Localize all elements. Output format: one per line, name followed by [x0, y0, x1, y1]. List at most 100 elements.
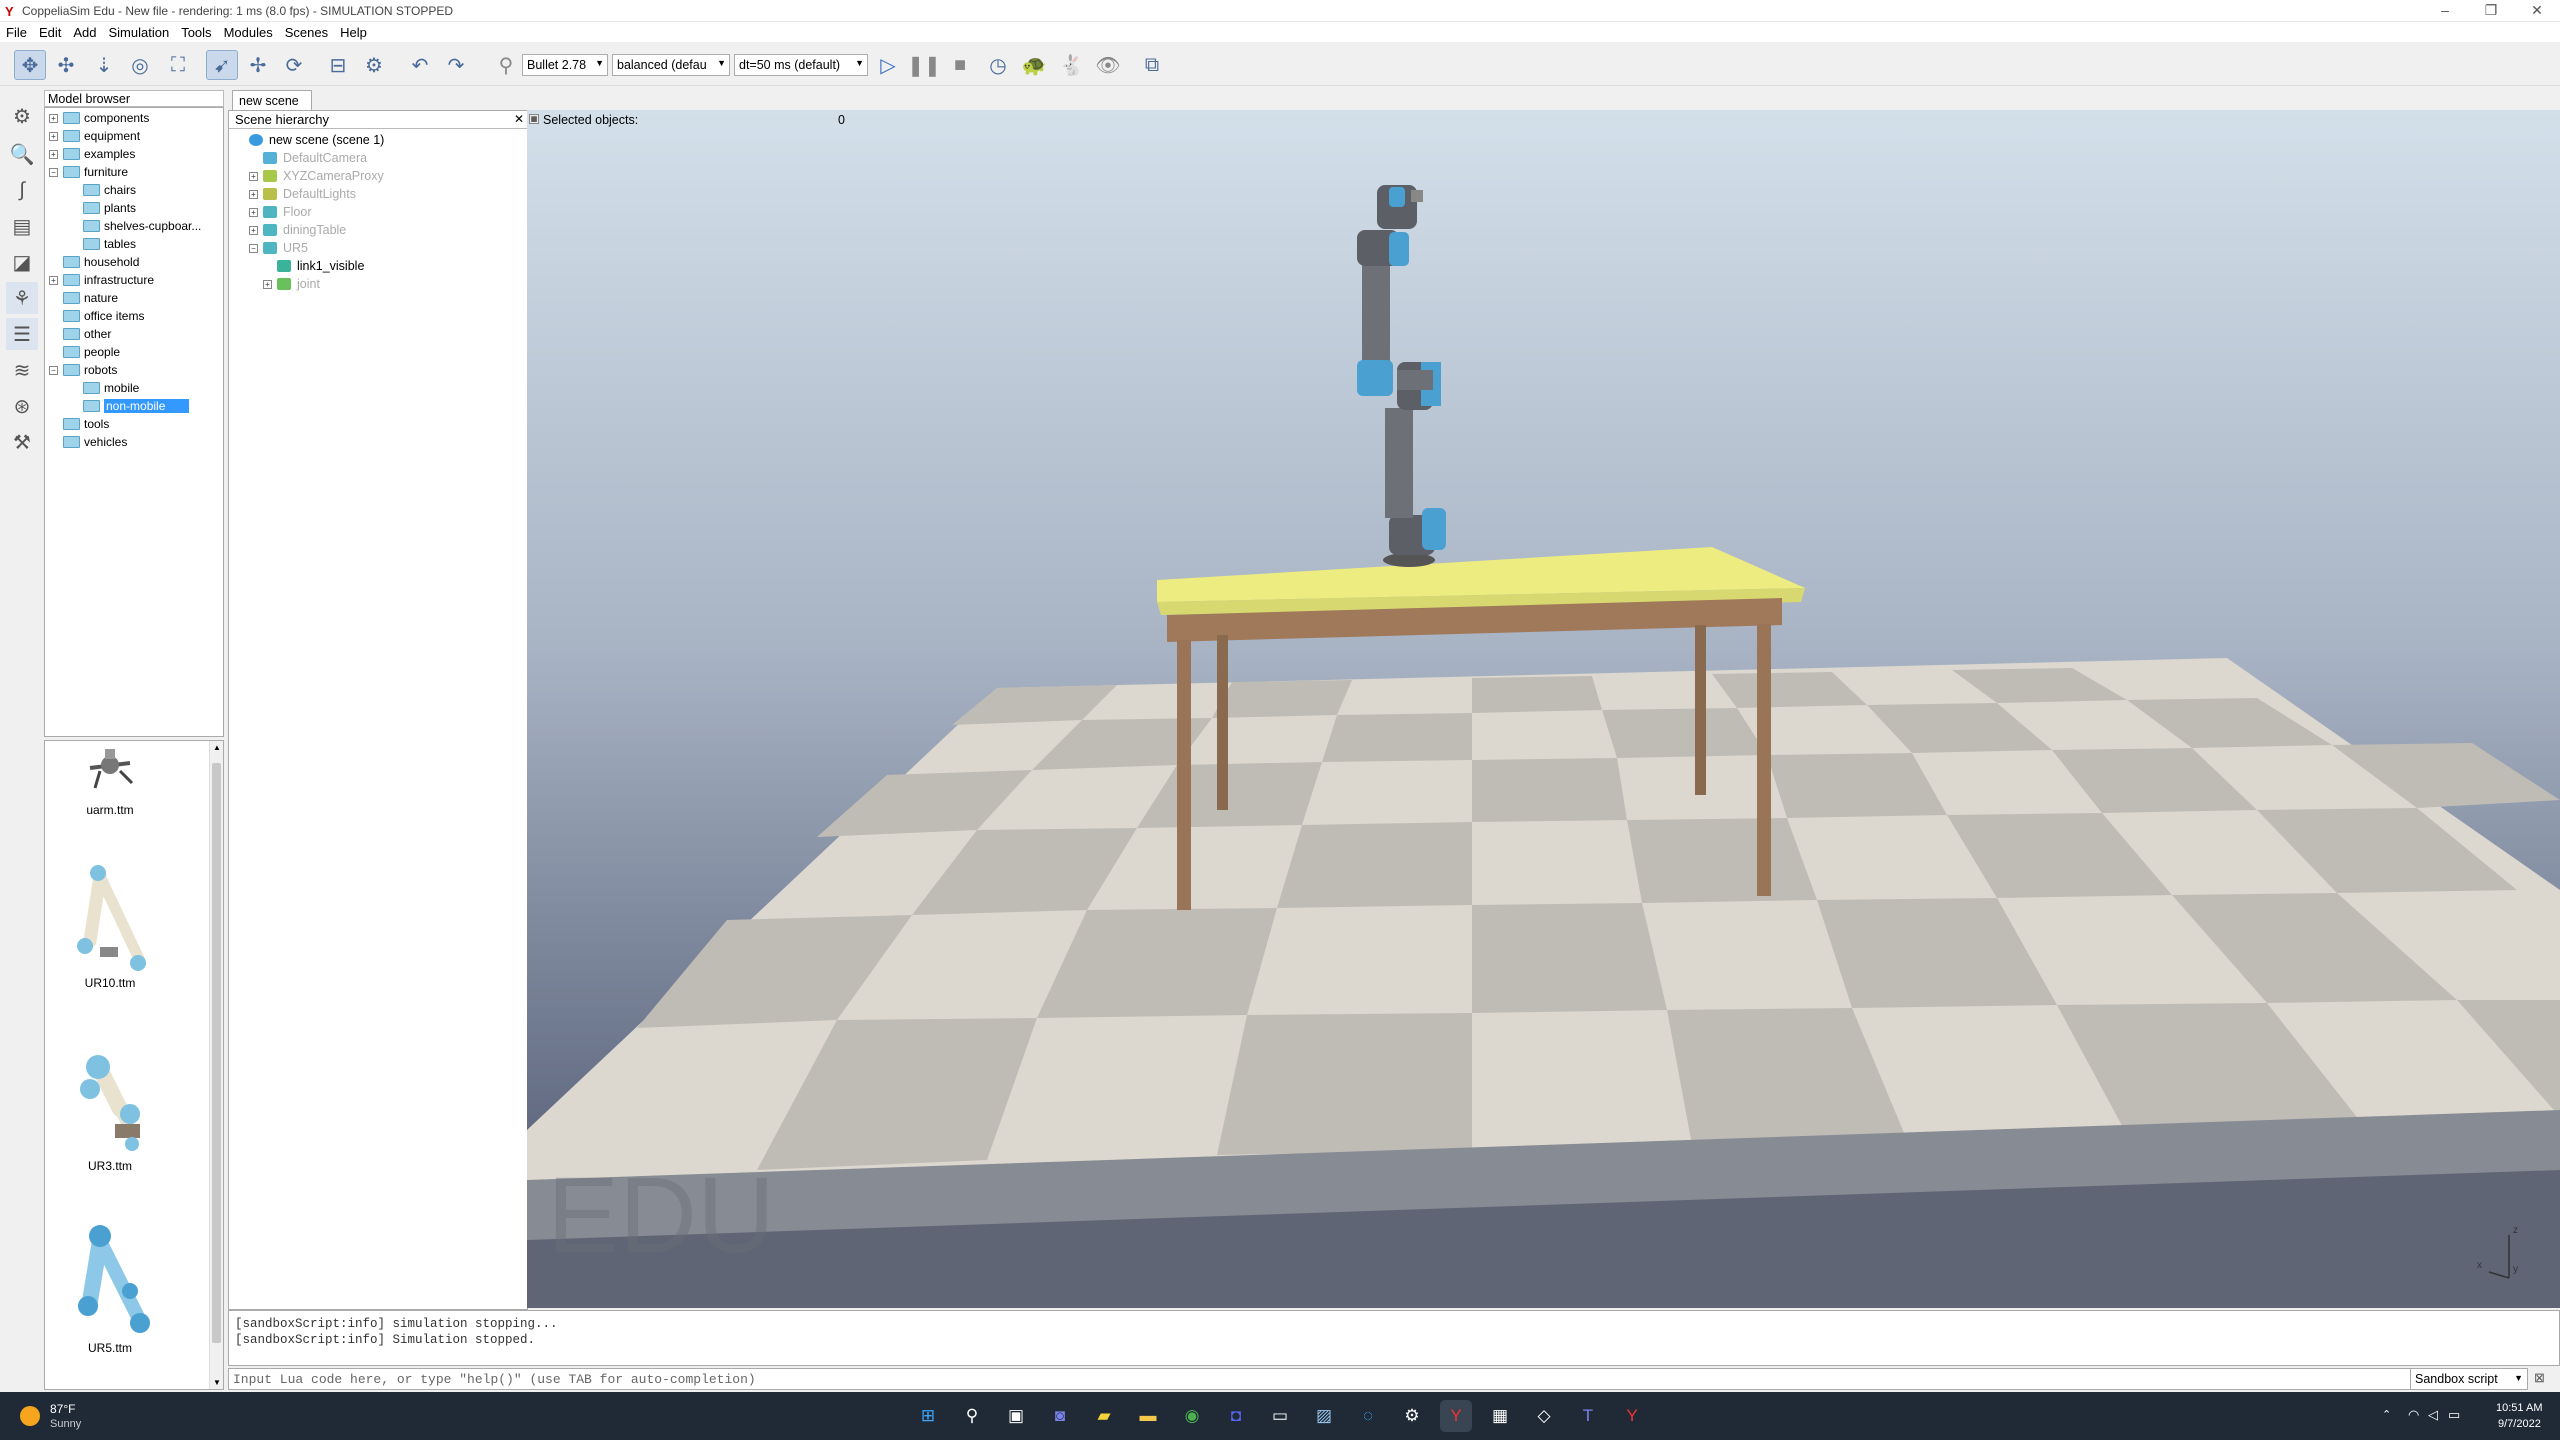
hierarchy-item[interactable]: + diningTable — [249, 221, 346, 239]
model-tree-item[interactable]: tools — [49, 415, 109, 433]
undo-icon[interactable]: ↶ — [404, 50, 436, 80]
model-thumb-uarm[interactable]: uarm.ttm — [55, 743, 165, 817]
model-tree-item[interactable]: + components — [49, 109, 149, 127]
steam-icon[interactable]: ⚙ — [1396, 1400, 1428, 1432]
scrollbar-thumb[interactable] — [212, 763, 221, 1343]
timestep-select[interactable]: dt=50 ms (default) ▼ — [734, 54, 868, 76]
scene-viewport[interactable]: EDU z y x — [527, 110, 2560, 1308]
user-settings-icon[interactable]: ⚒ — [6, 426, 38, 458]
model-tree-item[interactable]: office items — [49, 307, 144, 325]
lua-command-input[interactable]: Input Lua code here, or type "help()" (u… — [228, 1368, 2418, 1390]
hierarchy-item[interactable]: + Floor — [249, 203, 311, 221]
search-icon[interactable]: ⚲ — [956, 1400, 988, 1432]
scroll-down-icon[interactable]: ▼ — [213, 1378, 221, 1387]
unity-icon[interactable]: ◇ — [1528, 1400, 1560, 1432]
chrome-icon[interactable]: ◉ — [1176, 1400, 1208, 1432]
faster-icon[interactable]: 🐇 — [1056, 50, 1088, 80]
tree-expander-icon[interactable]: + — [249, 207, 258, 217]
camera-rotate-icon[interactable]: ✣ — [50, 50, 82, 80]
menu-help[interactable]: Help — [334, 22, 373, 40]
task-view-icon[interactable]: ▣ — [1000, 1400, 1032, 1432]
model-tree-item[interactable]: tables — [69, 235, 136, 253]
model-tree-item[interactable]: + infrastructure — [49, 271, 154, 289]
menu-edit[interactable]: Edit — [33, 22, 67, 40]
collections-icon[interactable]: ▤ — [6, 210, 38, 242]
menu-tools[interactable]: Tools — [175, 22, 217, 40]
hierarchy-item[interactable]: + DefaultLights — [249, 185, 356, 203]
model-tree-item[interactable]: non-mobile — [69, 397, 190, 415]
camera-pan-icon[interactable]: ✥ — [14, 50, 46, 80]
clock-time[interactable]: 10:51 AM — [2496, 1402, 2542, 1414]
model-tree-item[interactable]: other — [49, 325, 111, 343]
edge-icon[interactable]: ◌ — [1352, 1400, 1384, 1432]
tree-expander-icon[interactable]: + — [49, 149, 58, 159]
model-tree-item[interactable]: household — [49, 253, 139, 271]
app-icon[interactable]: ▭ — [1264, 1400, 1296, 1432]
object-shift-icon[interactable]: ✢ — [242, 50, 274, 80]
visualization-icon[interactable]: 👁 — [1092, 50, 1124, 80]
pause-simulation-icon[interactable]: ❚❚ — [907, 50, 941, 80]
viewport-menu-icon[interactable]: ▦ — [529, 114, 539, 124]
close-icon[interactable]: ✕ — [514, 112, 524, 126]
file-explorer-icon[interactable]: ▬ — [1132, 1400, 1164, 1432]
scene-settings-icon[interactable]: ⧉ — [1136, 50, 1168, 80]
hierarchy-item[interactable]: − UR5 — [249, 239, 308, 257]
model-tree-item[interactable]: − furniture — [49, 163, 128, 181]
camera-shift-icon[interactable]: ⇣ — [88, 50, 120, 80]
menu-modules[interactable]: Modules — [218, 22, 279, 40]
scroll-up-icon[interactable]: ▲ — [213, 743, 221, 752]
tree-expander-icon[interactable]: + — [49, 131, 58, 141]
object-rotate-icon[interactable]: ⟳ — [278, 50, 310, 80]
battery-icon[interactable]: ▭ — [2448, 1407, 2460, 1423]
model-thumb-ur3[interactable]: UR3.ttm — [55, 1029, 165, 1173]
tab-new-scene[interactable]: new scene — [232, 90, 312, 110]
wifi-icon[interactable]: ◠ — [2408, 1407, 2419, 1423]
windows-start-icon[interactable]: ⊞ — [912, 1400, 944, 1432]
model-tree-item[interactable]: shelves-cupboar... — [69, 217, 201, 235]
model-tree-item[interactable]: nature — [49, 289, 118, 307]
tree-expander-icon[interactable]: + — [263, 279, 272, 289]
assemble-icon[interactable]: ⊟ — [322, 50, 354, 80]
restore-button[interactable]: ❐ — [2468, 0, 2514, 22]
discord-icon[interactable]: ◘ — [1220, 1400, 1252, 1432]
menu-simulation[interactable]: Simulation — [103, 22, 176, 40]
menu-add[interactable]: Add — [67, 22, 102, 40]
hierarchy-item[interactable]: + joint — [263, 275, 320, 293]
zoom-icon[interactable]: 🔍 — [6, 138, 38, 170]
tree-expander-icon[interactable]: + — [249, 189, 258, 199]
model-tree-item[interactable]: + examples — [49, 145, 135, 163]
menu-file[interactable]: File — [0, 22, 33, 40]
hierarchy-item[interactable]: link1_visible — [263, 257, 364, 275]
tree-expander-icon[interactable]: + — [49, 275, 58, 285]
video-recorder-icon[interactable]: ⊛ — [6, 390, 38, 422]
realtime-icon[interactable]: ◷ — [982, 50, 1014, 80]
weather-temp[interactable]: 87°F — [50, 1402, 75, 1416]
sticky-notes-icon[interactable]: ▰ — [1088, 1400, 1120, 1432]
tree-expander-icon[interactable]: + — [249, 171, 258, 181]
tree-expander-icon[interactable]: − — [49, 365, 58, 375]
coppeliasim-taskbar-icon[interactable]: Y — [1440, 1400, 1472, 1432]
weather-condition[interactable]: Sunny — [50, 1418, 81, 1430]
slower-icon[interactable]: 🐢 — [1018, 50, 1050, 80]
coppeliasim-icon[interactable]: Y — [1616, 1400, 1648, 1432]
shape-edit-icon[interactable]: ◪ — [6, 246, 38, 278]
minimize-button[interactable]: – — [2422, 0, 2468, 22]
model-thumb-ur5[interactable]: UR5.ttm — [55, 1211, 165, 1355]
tree-expander-icon[interactable]: − — [49, 167, 58, 177]
model-tree-item[interactable]: people — [49, 343, 120, 361]
chevron-up-icon[interactable]: ⌃ — [2382, 1408, 2391, 1421]
model-tree-item[interactable]: mobile — [69, 379, 139, 397]
tree-expander-icon[interactable]: + — [49, 113, 58, 123]
menu-scenes[interactable]: Scenes — [279, 22, 334, 40]
hierarchy-item[interactable]: new scene (scene 1) — [235, 131, 384, 149]
transfer-dna-icon[interactable]: ⚙ — [358, 50, 390, 80]
teams-icon[interactable]: T — [1572, 1400, 1604, 1432]
object-select-icon[interactable]: ➹ — [206, 50, 238, 80]
physics-engine-select[interactable]: Bullet 2.78 ▼ — [522, 54, 608, 76]
model-tree-item[interactable]: + equipment — [49, 127, 140, 145]
hierarchy-item[interactable]: DefaultCamera — [249, 149, 367, 167]
scene-hierarchy-toggle-icon[interactable]: ☰ — [6, 318, 38, 350]
calculator-icon[interactable]: ▦ — [1484, 1400, 1516, 1432]
chat-icon[interactable]: ◙ — [1044, 1400, 1076, 1432]
close-icon[interactable]: ⊠ — [2534, 1370, 2545, 1386]
